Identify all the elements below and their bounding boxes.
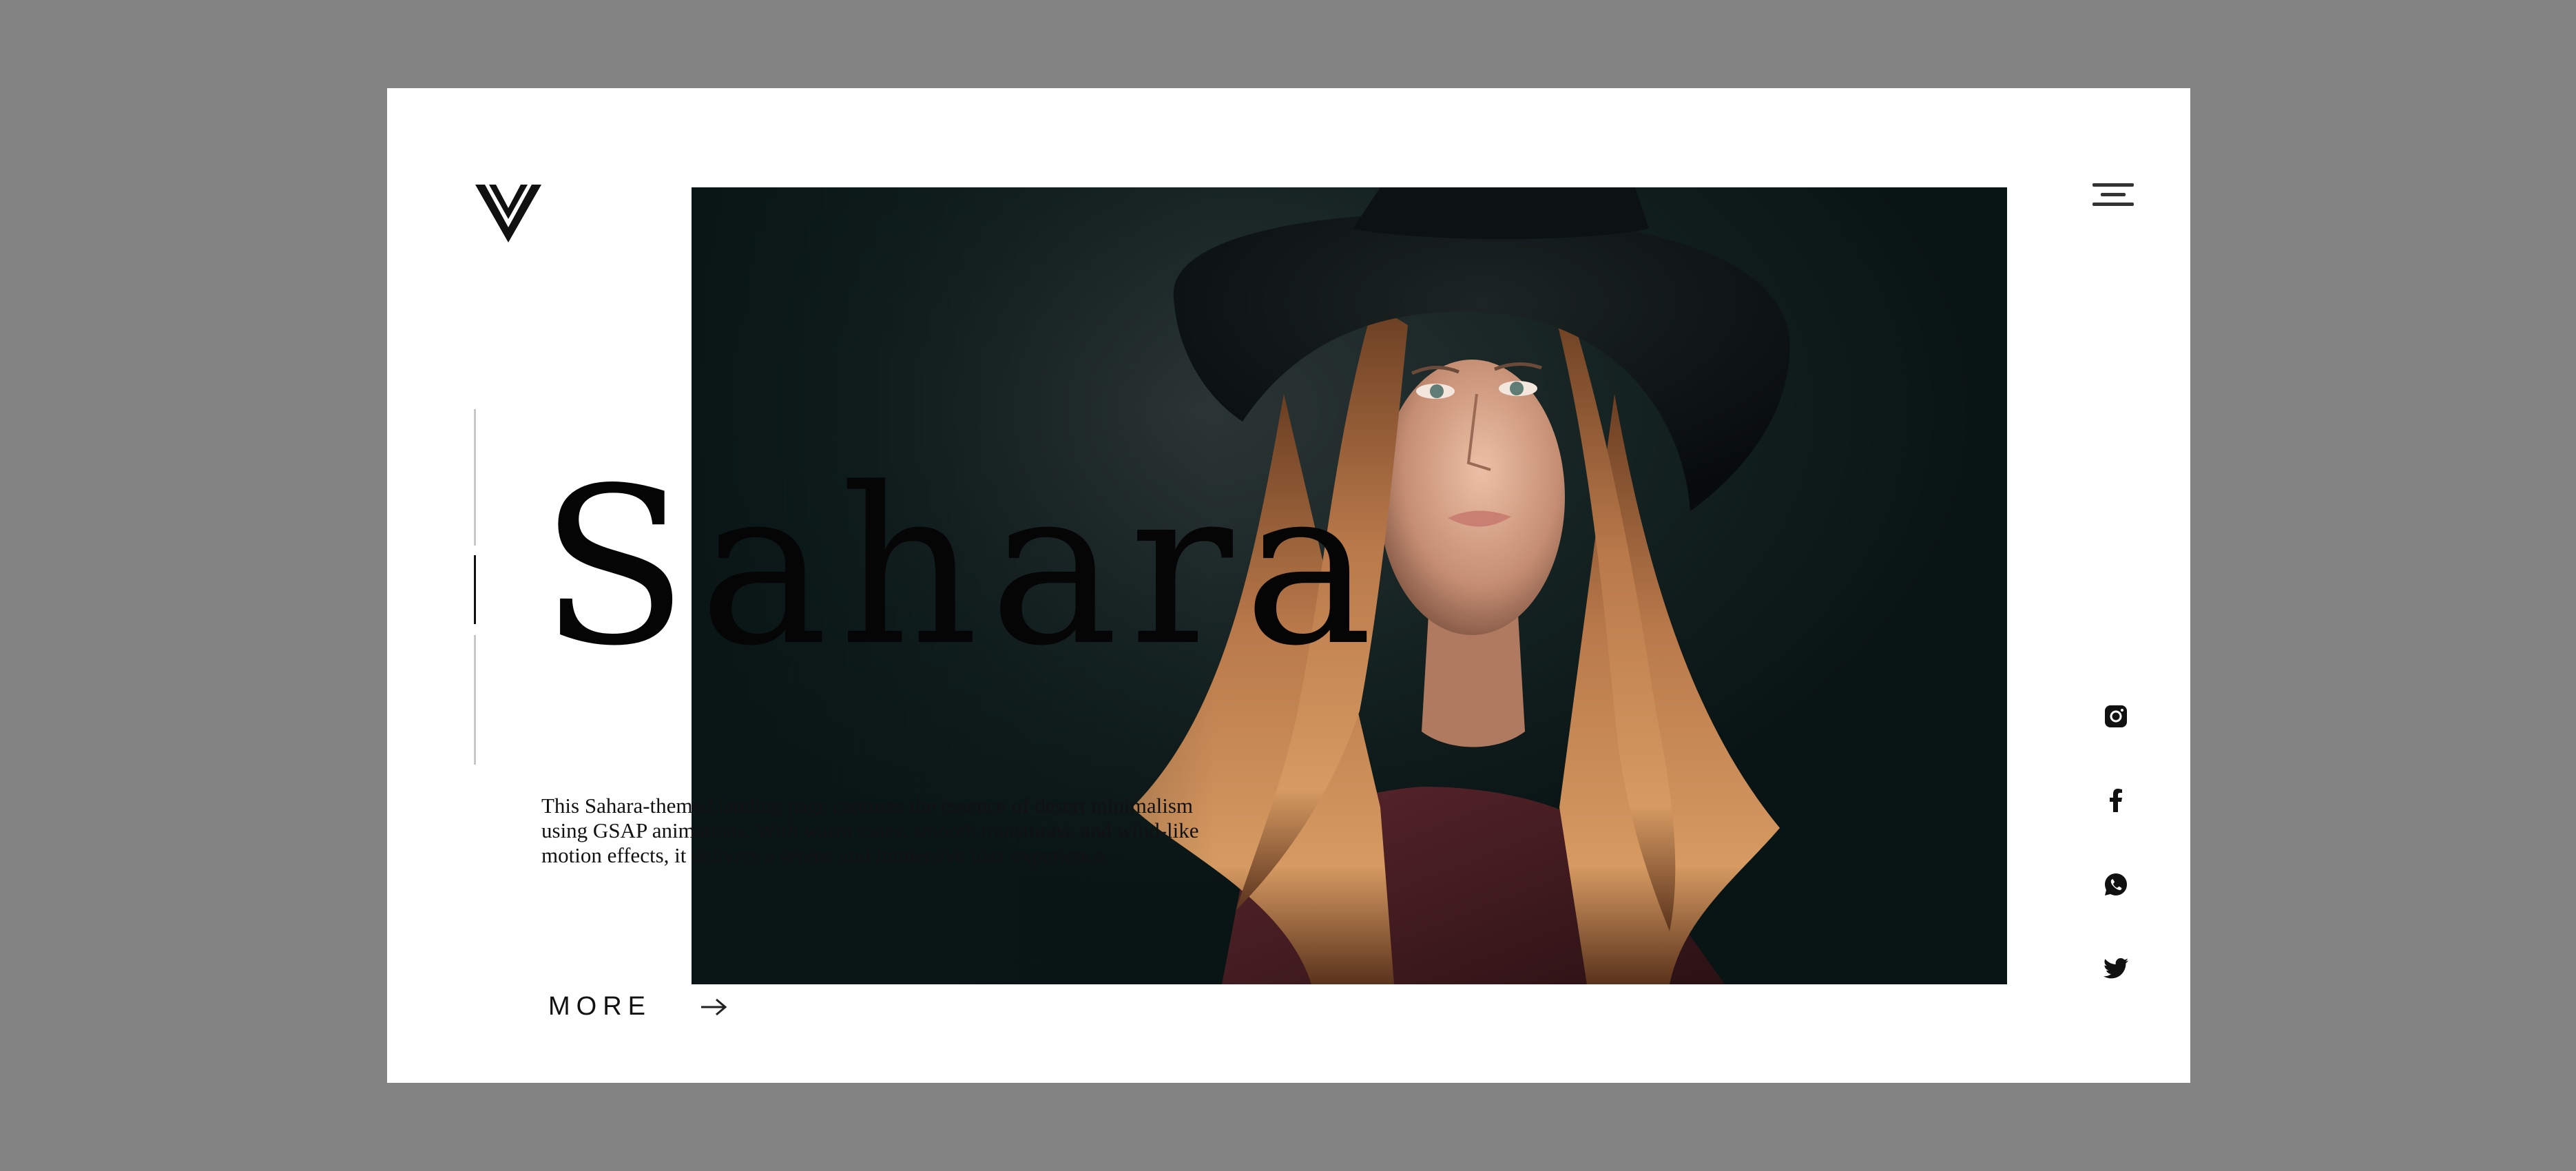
whatsapp-icon[interactable] bbox=[2104, 872, 2128, 897]
twitter-icon[interactable] bbox=[2104, 956, 2128, 981]
slide-indicator bbox=[472, 409, 477, 765]
slide-indicator-bar-1[interactable] bbox=[474, 409, 476, 546]
slide-indicator-bar-3[interactable] bbox=[474, 635, 476, 765]
arrow-right-icon bbox=[701, 998, 727, 1015]
v-chevron-logo-icon[interactable] bbox=[475, 185, 541, 242]
more-button[interactable]: MORE bbox=[548, 992, 727, 1022]
hero-description: This Sahara-themed landing page captures… bbox=[541, 794, 1199, 867]
slide-indicator-bar-2[interactable] bbox=[474, 555, 476, 624]
hamburger-menu-icon[interactable] bbox=[2092, 183, 2137, 212]
more-button-label: MORE bbox=[548, 992, 652, 1021]
landing-page-card: Sahara This Sahara-themed landing page c… bbox=[387, 88, 2190, 1083]
hero-title: Sahara bbox=[540, 442, 1384, 694]
facebook-icon[interactable] bbox=[2104, 788, 2128, 813]
instagram-icon[interactable] bbox=[2104, 704, 2128, 729]
